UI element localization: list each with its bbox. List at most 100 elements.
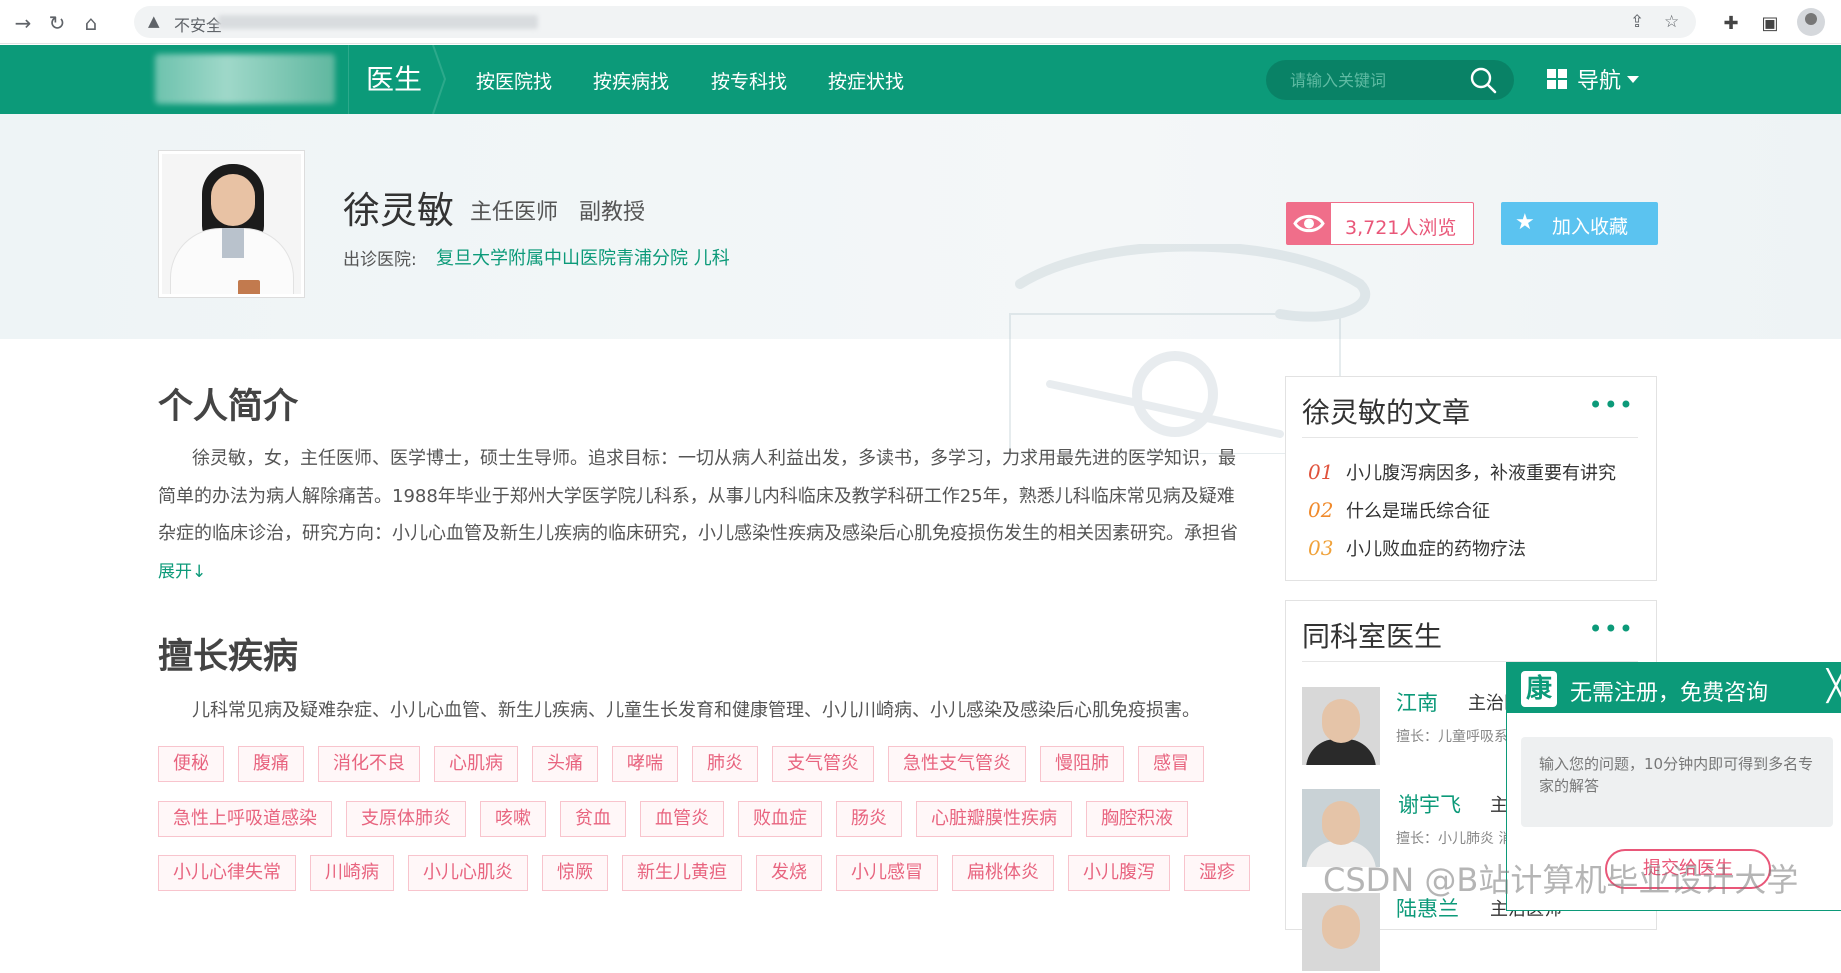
colleagues-title: 同科室医生 [1302,620,1443,653]
puzzle-icon[interactable]: ✚ [1718,10,1744,36]
security-label: 不安全 [174,16,223,35]
disease-tag[interactable]: 腹痛 [238,746,304,782]
disease-tag[interactable]: 肠炎 [836,801,902,837]
disease-tag[interactable]: 急性上呼吸道感染 [158,801,332,837]
chevron-right-icon [432,45,446,114]
expertise-text: 儿科常见病及疑难杂症、小儿心血管、新生儿疾病、儿童生长发育和健康管理、小儿川崎病… [192,700,1200,721]
reload-icon[interactable]: ↻ [44,10,70,36]
colleague-name[interactable]: 谢宇飞 [1398,789,1461,819]
csdn-watermark: CSDN @B站计算机毕业设计大学 [1323,861,1799,899]
views-count: 3,721人浏览 [1345,217,1457,239]
colleague-name[interactable]: 江南 [1396,687,1438,717]
disease-tag[interactable]: 湿疹 [1184,855,1250,891]
colleague-avatar [1302,893,1380,971]
expertise-heading: 擅长疾病 [158,637,299,677]
article-rank: 01 [1308,460,1334,484]
divider [348,45,349,114]
share-icon[interactable]: ⇪ [1630,12,1644,32]
nav-menu-button[interactable]: 导航 [1547,64,1640,94]
hospital-link[interactable]: 复旦大学附属中山医院青浦分院 儿科 [436,244,730,270]
consult-title: 无需注册，免费咨询 [1570,681,1769,706]
avatar[interactable] [1797,8,1825,36]
disease-tag[interactable]: 咳嗽 [480,801,546,837]
add-favorite-label: 加入收藏 [1552,216,1629,238]
disease-tag[interactable]: 支原体肺炎 [346,801,466,837]
articles-panel: 徐灵敏的文章 ••• 01 小儿腹泻病因多，补液重要有讲究 02 什么是瑞氏综合… [1285,376,1657,581]
intro-heading: 个人简介 [158,387,299,427]
colleague-avatar [1302,687,1380,765]
disease-tag[interactable]: 惊厥 [542,855,608,891]
doctor-photo [158,150,305,298]
hospital-label: 出诊医院: [343,250,417,270]
disease-tag[interactable]: 小儿腹泻 [1068,855,1170,891]
search-icon[interactable] [1469,66,1497,94]
nav-by-hospital[interactable]: 按医院找 [476,67,552,94]
article-title: 小儿败血症的药物疗法 [1346,539,1526,560]
add-favorite-button[interactable]: ★ 加入收藏 [1501,202,1658,245]
disease-tag[interactable]: 肺炎 [692,746,758,782]
disease-tag[interactable]: 便秘 [158,746,224,782]
intro-text: 徐灵敏，女，主任医师、医学博士，硕士生导师。追求目标：一切从病人利益出发，多读书… [158,448,1238,544]
disease-tag[interactable]: 小儿心律失常 [158,855,296,891]
articles-title: 徐灵敏的文章 [1302,396,1471,429]
disease-tag[interactable]: 心脏瓣膜性疾病 [916,801,1072,837]
question-input[interactable]: 输入您的问题，10分钟内即可得到多名专家的解答 [1521,737,1833,827]
disease-tag[interactable]: 血管炎 [640,801,724,837]
close-icon[interactable]: ╳ [1827,669,1841,704]
article-rank: 03 [1308,536,1334,560]
section-title[interactable]: 医生 [366,58,422,98]
article-item[interactable]: 02 什么是瑞氏综合征 [1308,497,1490,523]
sidebar-icon[interactable]: ▣ [1757,10,1783,36]
more-icon[interactable]: ••• [1589,615,1634,643]
nav-by-disease[interactable]: 按疾病找 [593,67,669,94]
divider [1302,437,1638,438]
disease-tag[interactable]: 支气管炎 [772,746,874,782]
search-input[interactable] [1290,69,1470,91]
star-icon[interactable]: ☆ [1664,12,1679,32]
disease-tag[interactable]: 败血症 [738,801,822,837]
consult-logo: 康 [1521,671,1557,707]
article-item[interactable]: 01 小儿腹泻病因多，补液重要有讲究 [1308,459,1616,485]
views-counter: 3,721人浏览 [1286,202,1474,245]
disease-tag[interactable]: 扁桃体炎 [952,855,1054,891]
doctor-title: 主任医师 副教授 [470,200,645,225]
consult-header: 康 无需注册，免费咨询 ╳ [1507,663,1841,713]
eye-icon [1287,203,1331,244]
article-title: 什么是瑞氏综合征 [1346,501,1490,522]
article-title: 小儿腹泻病因多，补液重要有讲究 [1346,463,1616,484]
nav-menu-label: 导航 [1577,69,1622,94]
disease-tag[interactable]: 胸腔积液 [1086,801,1188,837]
article-rank: 02 [1308,498,1334,522]
disease-tags: 便秘 腹痛 消化不良 心肌病 头痛 哮喘 肺炎 支气管炎 急性支气管炎 慢阻肺 感冒急性上呼吸道感染… [158,746,1252,911]
disease-tag[interactable]: 小儿心肌炎 [408,855,528,891]
nav-by-department[interactable]: 按专科找 [711,67,787,94]
article-item[interactable]: 03 小儿败血症的药物疗法 [1308,535,1526,561]
blurred-url [218,15,538,29]
doctor-name: 徐灵敏 [343,189,454,232]
disease-tag[interactable]: 新生儿黄疸 [622,855,742,891]
disease-tag[interactable]: 心肌病 [434,746,518,782]
nav-by-symptom[interactable]: 按症状找 [828,67,904,94]
disease-tag[interactable]: 感冒 [1138,746,1204,782]
more-icon[interactable]: ••• [1589,391,1634,419]
home-icon[interactable]: ⌂ [78,10,104,36]
caret-down-icon [1627,75,1640,83]
browser-toolbar: → ↻ ⌂ ▲ 不安全 ⇪ ☆ ✚ ▣ [0,0,1841,44]
arrow-right-icon[interactable]: → [10,10,36,36]
disease-tag[interactable]: 哮喘 [612,746,678,782]
address-bar[interactable]: ▲ 不安全 ⇪ ☆ [134,6,1696,38]
disease-tag[interactable]: 川崎病 [310,855,394,891]
disease-tag[interactable]: 贫血 [560,801,626,837]
disease-tag[interactable]: 急性支气管炎 [888,746,1026,782]
expand-link[interactable]: 展开↓ [158,557,206,582]
disease-tag[interactable]: 慢阻肺 [1040,746,1124,782]
disease-tag[interactable]: 发烧 [756,855,822,891]
disease-tag[interactable]: 小儿感冒 [836,855,938,891]
warning-icon: ▲ [148,12,160,30]
disease-tag[interactable]: 消化不良 [318,746,420,782]
site-logo[interactable] [155,54,335,104]
question-placeholder: 输入您的问题，10分钟内即可得到多名专家的解答 [1539,755,1814,795]
disease-tag[interactable]: 头痛 [532,746,598,782]
grid-icon [1547,69,1567,89]
star-icon: ★ [1515,210,1535,235]
